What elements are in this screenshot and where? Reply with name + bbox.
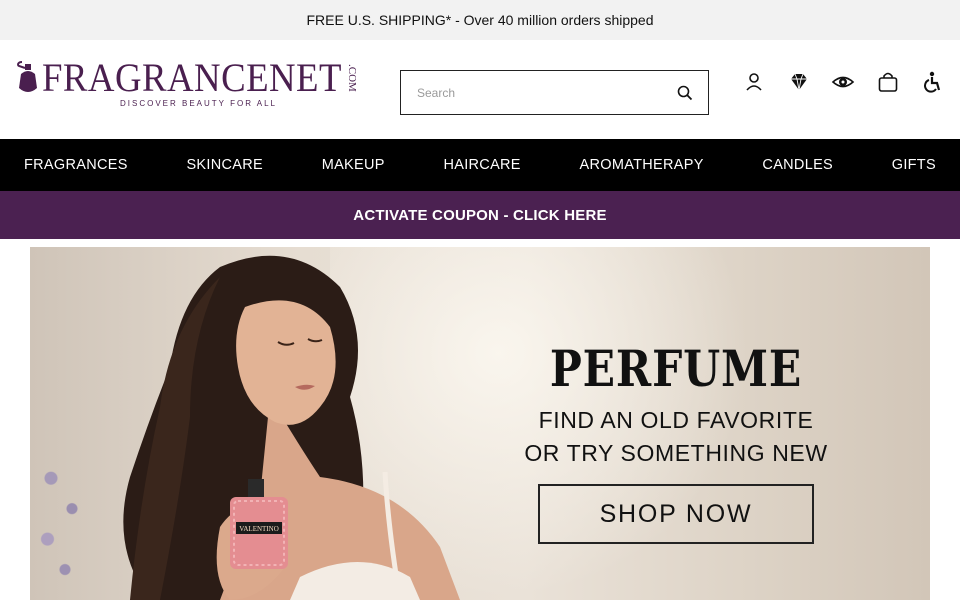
promo-text: FREE U.S. SHIPPING* - Over 40 million or… (306, 12, 654, 28)
nav-aromatherapy[interactable]: AROMATHERAPY (580, 157, 704, 173)
activate-coupon-banner[interactable]: ACTIVATE COUPON - CLICK HERE (0, 191, 960, 239)
accessibility-icon[interactable] (921, 70, 945, 94)
logo-com: .COM (346, 64, 358, 92)
hero-title: PERFUME (549, 339, 803, 398)
account-icon[interactable] (742, 70, 766, 94)
nav-fragrances[interactable]: FRAGRANCES (24, 157, 128, 173)
perfume-bottle-icon (17, 61, 37, 92)
nav-skincare[interactable]: SKINCARE (186, 157, 263, 173)
site-header: FRAGRANCENET .COM DISCOVER BEAUTY FOR AL… (0, 40, 960, 139)
search-input[interactable] (417, 85, 667, 100)
rewards-diamond-icon[interactable] (787, 70, 811, 94)
coupon-text: ACTIVATE COUPON - CLICK HERE (353, 206, 607, 224)
model-with-perfume-image: VALENTINO (123, 255, 460, 600)
shopping-bag-icon[interactable] (876, 70, 900, 94)
logo-wordmark: FRAGRANCENET (42, 55, 342, 100)
hero-banner[interactable]: VALENTINO PERFUME FIND AN OLD FAVORITE O… (30, 247, 930, 600)
hero-subtitle-line-2: OR TRY SOMETHING NEW (524, 440, 828, 466)
main-nav: FRAGRANCES SKINCARE MAKEUP HAIRCARE AROM… (0, 139, 960, 191)
promo-bar: FREE U.S. SHIPPING* - Over 40 million or… (0, 0, 960, 40)
hero-subtitle-line-1: FIND AN OLD FAVORITE (538, 407, 814, 433)
nav-makeup[interactable]: MAKEUP (322, 157, 385, 173)
bottle-label: VALENTINO (239, 525, 279, 533)
search-box (400, 70, 709, 115)
nav-candles[interactable]: CANDLES (762, 157, 833, 173)
accessibility-eye-icon[interactable] (831, 70, 855, 94)
nav-haircare[interactable]: HAIRCARE (443, 157, 520, 173)
nav-gifts[interactable]: GIFTS (892, 157, 936, 173)
search-icon[interactable] (676, 84, 694, 102)
logo[interactable]: FRAGRANCENET .COM DISCOVER BEAUTY FOR AL… (16, 58, 368, 112)
logo-tagline: DISCOVER BEAUTY FOR ALL (120, 99, 277, 108)
shop-now-button[interactable]: SHOP NOW (538, 484, 814, 544)
